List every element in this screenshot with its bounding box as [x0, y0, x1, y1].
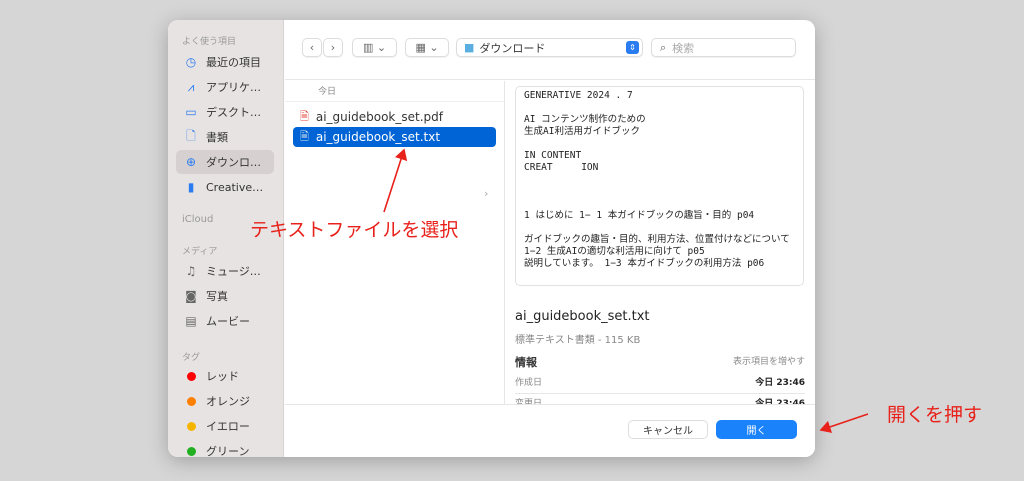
select-annotation: テキストファイルを選択 [250, 219, 459, 241]
select-arrow [383, 148, 408, 213]
annotation-arrows [383, 148, 869, 433]
open-annotation: 開くを押す [887, 404, 983, 426]
open-arrow [819, 413, 869, 433]
